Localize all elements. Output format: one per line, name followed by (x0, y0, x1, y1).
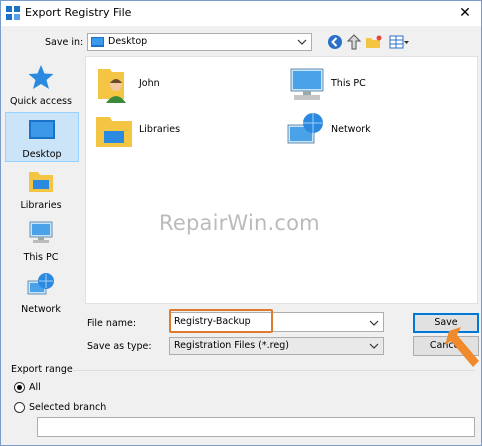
libraries-icon (29, 172, 53, 192)
window-title: Export Registry File (25, 6, 132, 19)
places-bar: Quick access Desktop Libraries This PC N… (3, 56, 81, 318)
place-label: Desktop (22, 149, 62, 160)
file-label: Network (331, 124, 371, 135)
place-libraries[interactable]: Libraries (5, 164, 79, 214)
computer-icon (290, 68, 324, 100)
radio-all-label: All (29, 382, 41, 393)
libraries-icon (96, 117, 132, 147)
registry-editor-icon (6, 6, 20, 20)
place-this-pc[interactable]: This PC (5, 216, 79, 266)
save-button[interactable]: Save (413, 313, 479, 333)
file-label: This PC (331, 78, 366, 89)
back-icon[interactable] (326, 33, 344, 51)
export-range-title: Export range (11, 364, 73, 375)
save-in-label: Save in: (45, 37, 84, 48)
save-as-type-value: Registration Files (*.reg) (174, 340, 289, 351)
user-folder-icon (98, 69, 126, 103)
file-label: John (139, 78, 160, 89)
export-registry-dialog: Export Registry File ✕ Save in: Desktop (0, 0, 482, 446)
chevron-down-icon[interactable] (296, 35, 308, 49)
chevron-down-icon[interactable] (368, 339, 380, 353)
save-in-combobox[interactable]: Desktop (87, 33, 312, 51)
star-icon (28, 65, 54, 89)
desktop-icon (91, 37, 104, 47)
file-list[interactable]: John This PC Libraries Network (85, 56, 478, 304)
selected-branch-input[interactable] (37, 417, 475, 437)
desktop-icon (29, 120, 55, 139)
place-label: Quick access (10, 96, 72, 107)
new-folder-icon[interactable] (365, 33, 383, 51)
watermark-text: RepairWin.com (159, 211, 320, 235)
save-as-type-select[interactable]: Registration Files (*.reg) (169, 337, 384, 355)
export-range-divider (73, 370, 475, 371)
place-quick-access[interactable]: Quick access (5, 60, 79, 110)
radio-selected-branch[interactable] (14, 402, 25, 413)
place-label: Libraries (20, 200, 62, 211)
radio-selected-branch-label: Selected branch (29, 402, 107, 413)
chevron-down-icon[interactable] (368, 316, 380, 330)
file-name-input[interactable]: Registry-Backup (169, 312, 384, 332)
radio-all[interactable] (14, 382, 25, 393)
network-icon (27, 273, 54, 295)
save-as-type-label: Save as type: (87, 341, 152, 352)
view-menu-icon[interactable] (388, 33, 410, 51)
file-label: Libraries (139, 124, 181, 135)
place-label: This PC (23, 252, 59, 263)
close-button[interactable]: ✕ (455, 3, 475, 23)
up-folder-icon[interactable] (345, 33, 363, 51)
place-label: Network (21, 304, 61, 315)
title-bar: Export Registry File ✕ (1, 1, 481, 27)
save-in-value: Desktop (108, 36, 148, 47)
file-name-value: Registry-Backup (174, 316, 251, 327)
place-network[interactable]: Network (5, 268, 79, 318)
computer-icon (29, 221, 53, 243)
network-icon (287, 113, 323, 144)
place-desktop[interactable]: Desktop (5, 112, 79, 162)
file-name-label: File name: (87, 318, 137, 329)
cancel-button[interactable]: Cancel (413, 336, 479, 356)
